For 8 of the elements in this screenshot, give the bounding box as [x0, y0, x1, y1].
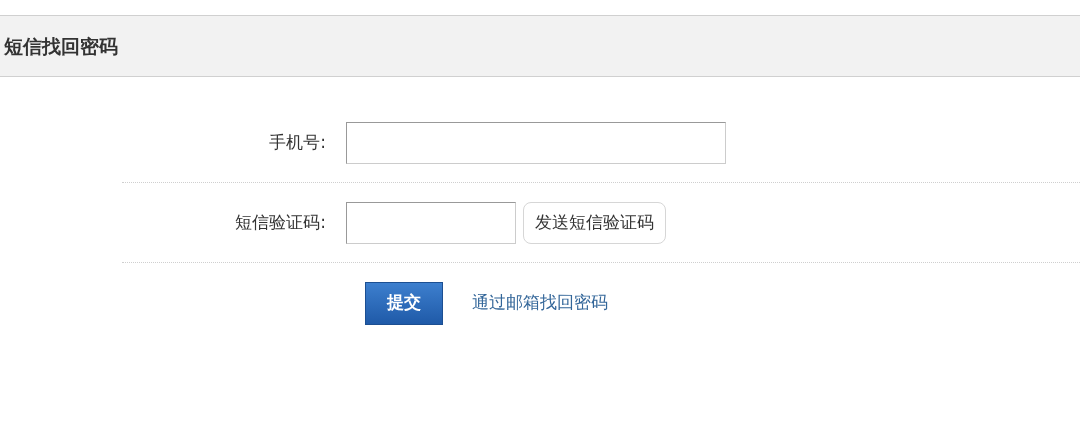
- send-code-button[interactable]: 发送短信验证码: [523, 201, 666, 244]
- email-recovery-link[interactable]: 通过邮箱找回密码: [472, 290, 608, 316]
- page-title: 短信找回密码: [4, 33, 118, 59]
- field-label: 短信验证码:: [234, 210, 327, 234]
- input-field[interactable]: [346, 201, 516, 244]
- input-field[interactable]: [346, 121, 726, 164]
- submit-button[interactable]: 提交: [365, 281, 443, 325]
- field-label: 手机号:: [268, 130, 327, 154]
